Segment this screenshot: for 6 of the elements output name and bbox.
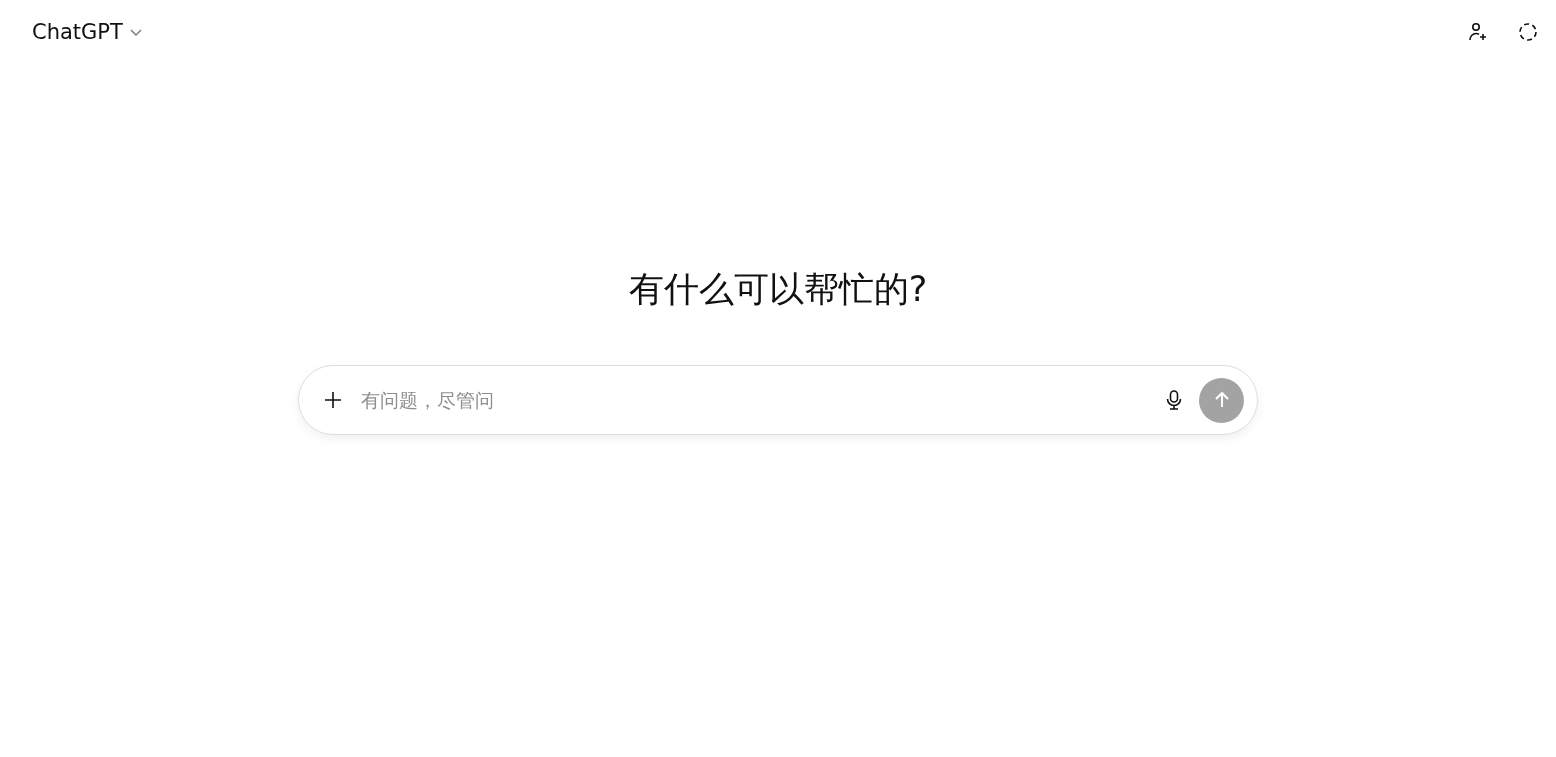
greeting-heading: 有什么可以帮忙的?: [628, 268, 928, 311]
plus-icon: [323, 390, 343, 410]
person-plus-icon: [1467, 21, 1489, 43]
dashed-circle-icon: [1517, 21, 1539, 43]
microphone-icon: [1164, 389, 1184, 411]
model-selector[interactable]: ChatGPT: [22, 16, 153, 48]
